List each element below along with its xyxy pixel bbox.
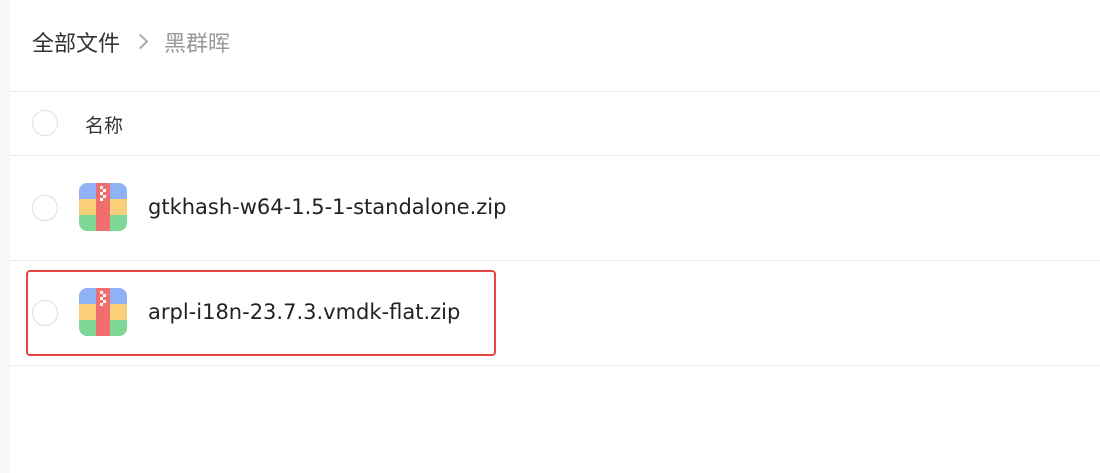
column-header-name[interactable]: 名称 xyxy=(85,111,123,138)
left-sidebar-edge xyxy=(0,0,10,473)
breadcrumb-root-link[interactable]: 全部文件 xyxy=(32,26,120,58)
select-all-checkbox[interactable] xyxy=(32,110,58,136)
file-name[interactable]: gtkhash-w64-1.5-1-standalone.zip xyxy=(148,195,506,219)
row-select-checkbox[interactable] xyxy=(32,300,58,326)
breadcrumb-current-folder: 黑群晖 xyxy=(164,32,231,57)
zip-archive-icon xyxy=(79,288,127,336)
table-row[interactable]: arpl-i18n-23.7.3.vmdk-flat.zip xyxy=(10,261,1100,365)
table-row[interactable]: gtkhash-w64-1.5-1-standalone.zip xyxy=(10,156,1100,260)
file-browser: 全部文件 黑群晖 名称 gtkhash-w64-1.5-1-standalone… xyxy=(0,0,1100,473)
breadcrumb: 全部文件 黑群晖 xyxy=(32,27,230,57)
row-select-checkbox[interactable] xyxy=(32,195,58,221)
zip-archive-icon xyxy=(79,183,127,231)
table-header: 名称 xyxy=(10,92,1100,155)
divider xyxy=(10,365,1100,366)
file-name[interactable]: arpl-i18n-23.7.3.vmdk-flat.zip xyxy=(148,300,460,324)
chevron-right-icon xyxy=(132,32,152,52)
